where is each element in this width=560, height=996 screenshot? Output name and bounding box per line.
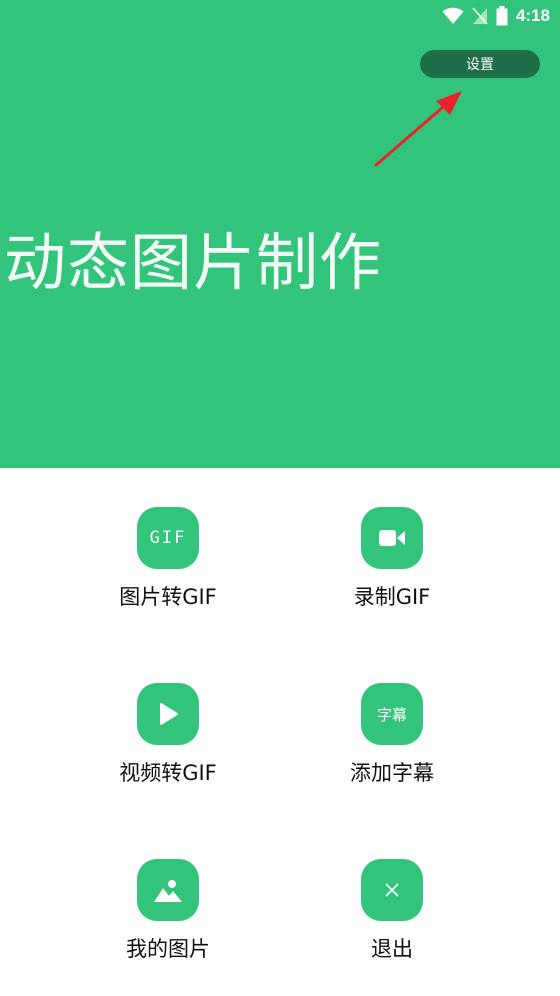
tile-label: 视频转GIF	[119, 761, 217, 785]
tile-label: 我的图片	[126, 937, 210, 961]
gif-icon: GIF	[137, 507, 199, 569]
tile-video-to-gif[interactable]: 视频转GIF	[68, 683, 268, 793]
tile-label: 图片转GIF	[119, 585, 217, 609]
video-camera-icon	[361, 507, 423, 569]
settings-button[interactable]: 设置	[420, 50, 540, 78]
wifi-icon	[442, 7, 464, 24]
screen: 4:18 设置 动态图片制作 GIF 图片转GIF 录制GIF 视频转GIF 字…	[0, 0, 560, 996]
signal-icon	[472, 7, 488, 25]
tile-image-to-gif[interactable]: GIF 图片转GIF	[68, 507, 268, 617]
tile-label: 添加字幕	[350, 761, 434, 785]
status-time: 4:18	[515, 6, 550, 25]
tile-record-gif[interactable]: 录制GIF	[292, 507, 492, 617]
subtitle-icon: 字幕	[361, 683, 423, 745]
tile-label: 退出	[371, 937, 413, 961]
status-bar: 4:18	[442, 0, 560, 32]
close-icon	[361, 859, 423, 921]
tile-exit[interactable]: 退出	[292, 859, 492, 969]
tile-add-subtitle[interactable]: 字幕 添加字幕	[292, 683, 492, 793]
battery-icon	[496, 6, 508, 26]
feature-grid: GIF 图片转GIF 录制GIF 视频转GIF 字幕 添加字幕 我的图片 退出	[0, 468, 560, 996]
tile-my-images[interactable]: 我的图片	[68, 859, 268, 969]
play-icon	[137, 683, 199, 745]
arrow-annotation	[374, 91, 462, 167]
tile-label: 录制GIF	[353, 585, 431, 609]
hero-banner: 4:18 设置 动态图片制作	[0, 0, 560, 468]
image-icon	[137, 859, 199, 921]
app-title: 动态图片制作	[4, 226, 383, 299]
